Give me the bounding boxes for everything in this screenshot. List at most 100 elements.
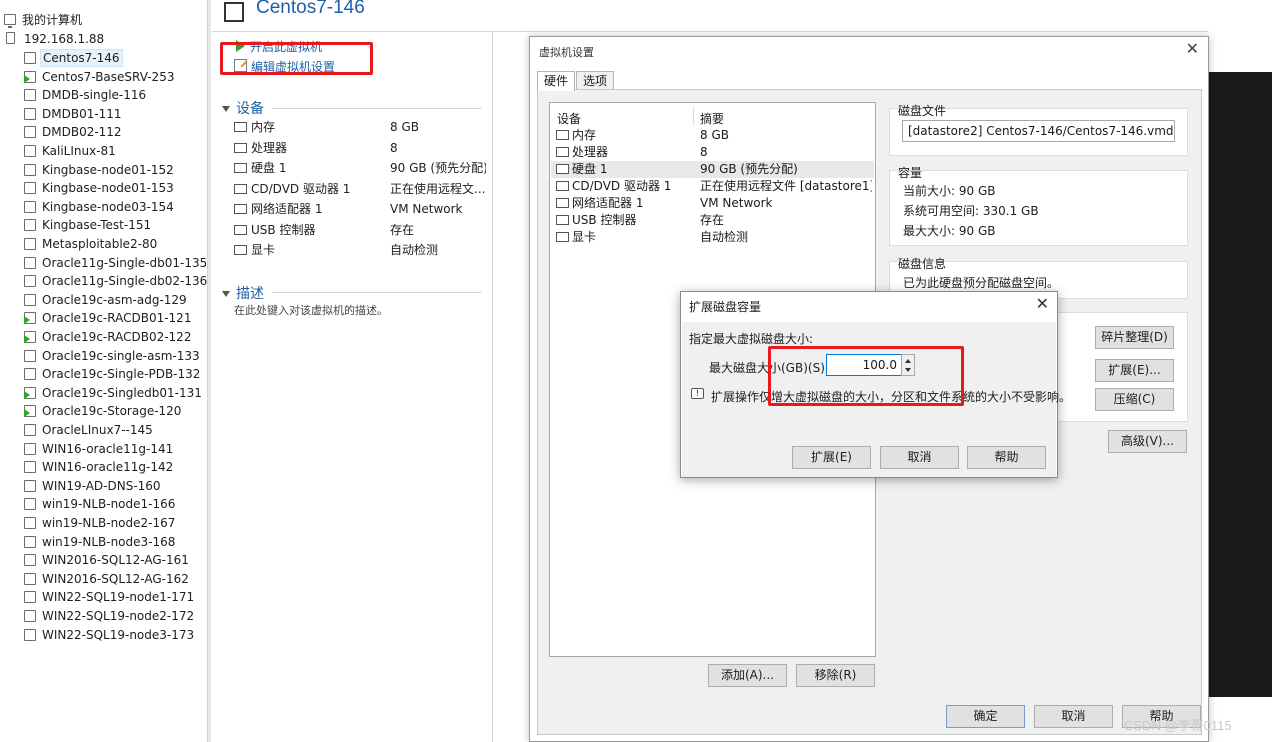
description-section-header[interactable]: 描述	[222, 283, 264, 303]
remove-hardware-button[interactable]: 移除(R)	[796, 664, 875, 687]
header-divider	[212, 31, 1272, 32]
tree-item-label: Oracle19c-single-asm-133	[42, 348, 200, 363]
harddisk-icon	[234, 163, 247, 173]
cancel-button[interactable]: 取消	[1034, 705, 1113, 728]
tree-splitter[interactable]	[208, 0, 211, 742]
vm-icon	[24, 442, 36, 455]
hardware-summary: 存在	[700, 213, 725, 227]
tree-item-label: Oracle11g-Single-db02-136	[42, 274, 208, 289]
expand-dialog-title: 扩展磁盘容量	[689, 300, 762, 314]
vm-inventory-tree[interactable]: 我的计算机 192.168.1.88 Centos7-146 Centos7-Ba…	[0, 0, 208, 742]
tree-item-label: Kingbase-node01-152	[42, 162, 174, 177]
hardware-list-row[interactable]: 网络适配器 1 VM Network	[551, 195, 874, 212]
harddisk-icon	[556, 164, 569, 174]
column-header-summary[interactable]: 摘要	[700, 110, 724, 127]
device-value: 正在使用远程文...	[390, 181, 486, 196]
tree-item-label: Kingbase-node03-154	[42, 199, 174, 214]
tree-item-label: Oracle19c-Single-PDB-132	[42, 367, 201, 382]
tree-item-label: win19-NLB-node1-166	[42, 497, 176, 512]
device-value: VM Network	[390, 202, 463, 216]
available-space-text: 系统可用空间: 330.1 GB	[903, 204, 1039, 218]
tree-item-label: WIN22-SQL19-node1-171	[42, 590, 195, 605]
watermark: CSDN @李哥0115	[1124, 718, 1232, 733]
display-icon	[556, 232, 569, 242]
tree-item-label: WIN22-SQL19-node3-173	[42, 627, 195, 642]
device-row[interactable]: 处理器 8	[234, 139, 484, 157]
hardware-summary: 8	[700, 145, 708, 159]
hardware-name: CD/DVD 驱动器 1	[572, 179, 672, 193]
cpu-icon	[234, 142, 247, 153]
device-row[interactable]: 显卡 自动检测	[234, 241, 484, 259]
vm-icon	[224, 2, 244, 22]
hardware-summary: 自动检测	[700, 230, 749, 244]
device-row[interactable]: CD/DVD 驱动器 1 正在使用远程文...	[234, 180, 486, 198]
hardware-list-row[interactable]: 硬盘 1 90 GB (预先分配)	[551, 161, 874, 178]
vm-title: Centos7-146	[256, 0, 365, 18]
tree-item-label: WIN2016-SQL12-AG-161	[42, 553, 189, 568]
close-icon[interactable]: ✕	[1186, 41, 1199, 57]
computer-icon	[4, 14, 16, 28]
annotation-highlight-edit	[220, 42, 373, 75]
vm-icon	[24, 256, 36, 269]
hardware-list-row[interactable]: 处理器 8	[551, 144, 874, 161]
server-icon	[6, 32, 15, 44]
vm-console-area[interactable]	[1208, 72, 1272, 697]
vm-icon	[24, 293, 36, 306]
device-row[interactable]: 内存 8 GB	[234, 118, 484, 136]
tree-item-label: Centos7-146	[40, 49, 123, 67]
device-row[interactable]: 硬盘 1 90 GB (预先分配)	[234, 159, 486, 177]
compact-button[interactable]: 压缩(C)	[1095, 388, 1174, 411]
hardware-summary: VM Network	[700, 196, 773, 210]
ok-button[interactable]: 确定	[946, 705, 1025, 728]
defragment-button[interactable]: 碎片整理(D)	[1095, 326, 1174, 349]
tree-item-label: Centos7-BaseSRV-253	[42, 69, 175, 84]
column-header-device[interactable]: 设备	[557, 110, 581, 127]
tree-item-label: win19-NLB-node3-168	[42, 534, 176, 549]
expand-help-button[interactable]: 帮助	[967, 446, 1046, 469]
devices-section-header[interactable]: 设备	[222, 98, 264, 118]
expand-button[interactable]: 扩展(E)...	[1095, 359, 1174, 382]
device-name: 显卡	[251, 243, 276, 257]
tree-item-label: DMDB01-111	[42, 106, 122, 121]
dialog-title: 虚拟机设置	[539, 46, 594, 59]
usb-icon	[556, 215, 569, 225]
hardware-list-row[interactable]: USB 控制器 存在	[551, 212, 874, 229]
hardware-name: 硬盘 1	[572, 162, 608, 176]
vm-running-icon	[24, 331, 36, 343]
device-row[interactable]: USB 控制器 存在	[234, 221, 484, 239]
vm-running-icon	[24, 386, 36, 399]
hardware-name: 内存	[572, 128, 597, 142]
vm-icon	[24, 238, 36, 250]
add-hardware-button[interactable]: 添加(A)...	[708, 664, 787, 687]
advanced-button[interactable]: 高级(V)...	[1108, 430, 1187, 453]
tab-options[interactable]: 选项	[576, 71, 615, 90]
vm-running-icon	[24, 405, 36, 418]
expand-cancel-button[interactable]: 取消	[880, 446, 959, 469]
vm-icon	[24, 200, 36, 213]
hardware-list-row[interactable]: CD/DVD 驱动器 1 正在使用远程文件 [datastore1]...	[551, 178, 874, 195]
vm-icon	[24, 424, 36, 436]
disk-file-path-field[interactable]: [datastore2] Centos7-146/Centos7-146.vmd…	[902, 120, 1175, 142]
tree-item-label: KaliLInux-81	[42, 144, 116, 158]
hardware-summary: 8 GB	[700, 128, 729, 142]
collapse-arrow-icon	[222, 106, 230, 112]
vm-icon	[24, 628, 36, 641]
expand-confirm-button[interactable]: 扩展(E)	[792, 446, 871, 469]
cpu-icon	[556, 147, 569, 157]
hardware-name: 网络适配器 1	[572, 196, 644, 210]
hardware-list-row[interactable]: 显卡 自动检测	[551, 229, 874, 246]
tab-hardware[interactable]: 硬件	[537, 71, 576, 91]
tree-item-label: Kingbase-node01-153	[42, 181, 174, 196]
vm-icon	[24, 517, 36, 529]
hardware-list-row[interactable]: 内存 8 GB	[551, 127, 874, 144]
description-input[interactable]: 在此处键入对该虚拟机的描述。	[234, 302, 388, 318]
column-separator[interactable]	[693, 107, 694, 125]
device-value: 8	[390, 140, 398, 155]
tree-item-label: WIN22-SQL19-node2-172	[42, 609, 195, 623]
vm-running-icon	[24, 70, 36, 83]
vm-icon	[24, 535, 36, 548]
close-icon[interactable]: ✕	[1036, 294, 1049, 313]
vm-icon	[24, 554, 36, 567]
device-row[interactable]: 网络适配器 1 VM Network	[234, 200, 484, 218]
tree-item-label: Oracle19c-Storage-120	[42, 404, 182, 419]
